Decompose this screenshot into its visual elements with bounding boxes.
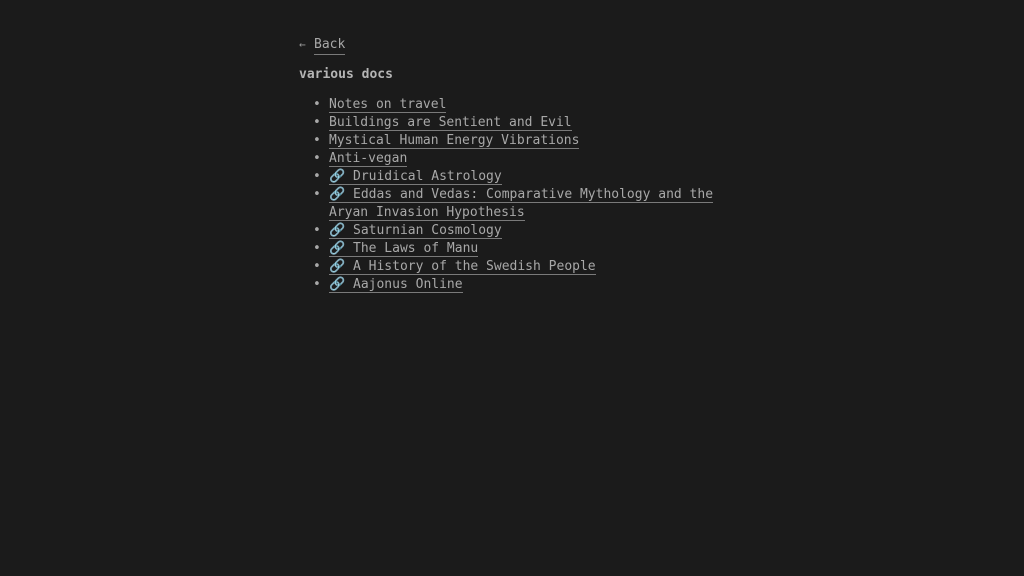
- page-container: ← Back various docs • Notes on travel • …: [299, 36, 719, 294]
- link-icon: 🔗: [329, 277, 346, 292]
- external-doc-link[interactable]: 🔗 Saturnian Cosmology: [329, 223, 502, 239]
- bullet: •: [313, 151, 321, 166]
- list-item: • 🔗 The Laws of Manu: [299, 240, 719, 258]
- back-nav: ← Back: [299, 36, 719, 55]
- docs-list: • Notes on travel • Buildings are Sentie…: [299, 96, 719, 294]
- bullet: •: [313, 187, 321, 202]
- list-item: • 🔗 A History of the Swedish People: [299, 258, 719, 276]
- bullet: •: [313, 259, 321, 274]
- external-doc-link[interactable]: 🔗 Druidical Astrology: [329, 169, 502, 185]
- external-doc-link[interactable]: 🔗 Eddas and Vedas: Comparative Mythology …: [329, 187, 714, 221]
- page-title: various docs: [299, 67, 393, 82]
- doc-link-label: Aajonus Online: [353, 277, 463, 292]
- bullet: •: [313, 133, 321, 148]
- link-icon: 🔗: [329, 259, 346, 274]
- bullet: •: [313, 277, 321, 292]
- list-item: • Buildings are Sentient and Evil: [299, 114, 719, 132]
- list-item: • 🔗 Saturnian Cosmology: [299, 222, 719, 240]
- bullet: •: [313, 241, 321, 256]
- doc-link-label: Mystical Human Energy Vibrations: [329, 133, 580, 148]
- doc-link[interactable]: Buildings are Sentient and Evil: [329, 115, 572, 131]
- list-item: • 🔗 Aajonus Online: [299, 276, 719, 294]
- list-item: • Anti-vegan: [299, 150, 719, 168]
- doc-link-label: Eddas and Vedas: Comparative Mythology a…: [329, 187, 714, 220]
- list-item: • Mystical Human Energy Vibrations: [299, 132, 719, 150]
- doc-link[interactable]: Notes on travel: [329, 97, 447, 113]
- back-arrow-icon: ←: [299, 38, 306, 51]
- doc-link-label: Buildings are Sentient and Evil: [329, 115, 572, 130]
- doc-link[interactable]: Mystical Human Energy Vibrations: [329, 133, 580, 149]
- list-item: • 🔗 Eddas and Vedas: Comparative Mytholog…: [299, 186, 719, 222]
- external-doc-link[interactable]: 🔗 Aajonus Online: [329, 277, 463, 293]
- doc-link-label: Druidical Astrology: [353, 169, 502, 184]
- external-doc-link[interactable]: 🔗 The Laws of Manu: [329, 241, 479, 257]
- doc-link-label: Notes on travel: [329, 97, 447, 112]
- link-icon: 🔗: [329, 169, 346, 184]
- external-doc-link[interactable]: 🔗 A History of the Swedish People: [329, 259, 596, 275]
- link-icon: 🔗: [329, 241, 346, 256]
- doc-link-label: Anti-vegan: [329, 151, 408, 166]
- link-icon: 🔗: [329, 187, 346, 202]
- doc-link-label: Saturnian Cosmology: [353, 223, 502, 238]
- doc-link-label: The Laws of Manu: [353, 241, 479, 256]
- bullet: •: [313, 223, 321, 238]
- link-icon: 🔗: [329, 223, 346, 238]
- list-item: • Notes on travel: [299, 96, 719, 114]
- doc-link[interactable]: Anti-vegan: [329, 151, 408, 167]
- doc-link-label: A History of the Swedish People: [353, 259, 596, 274]
- list-item: • 🔗 Druidical Astrology: [299, 168, 719, 186]
- bullet: •: [313, 97, 321, 112]
- bullet: •: [313, 115, 321, 130]
- bullet: •: [313, 169, 321, 184]
- back-link[interactable]: Back: [314, 36, 346, 55]
